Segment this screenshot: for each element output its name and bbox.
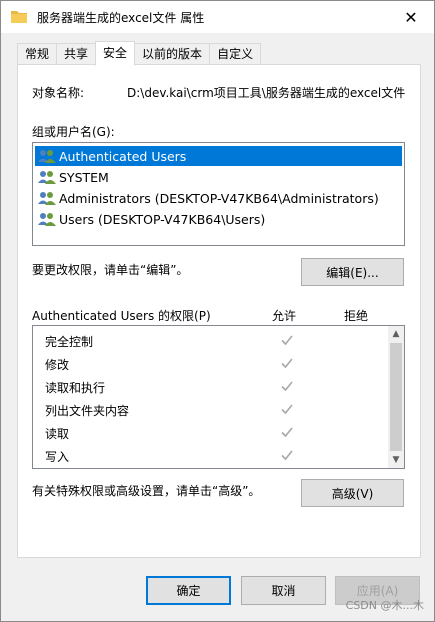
user-row-users[interactable]: Users (DESKTOP-V47KB64\Users) [35,209,402,229]
permission-name: 写入 [45,450,70,464]
window-title: 服务器端生成的excel文件 属性 [37,11,205,25]
tab-general[interactable]: 常规 [17,43,58,65]
user-name: SYSTEM [59,169,109,185]
check-icon [281,427,293,438]
group-or-user-label: 组或用户名(G): [32,125,115,139]
permission-name: 读取和执行 [45,381,106,395]
edit-hint: 要更改权限，请单击“编辑”。 [32,263,189,277]
tab-customize[interactable]: 自定义 [209,43,262,65]
tab-sharing[interactable]: 共享 [56,43,97,65]
advanced-hint: 有关特殊权限或高级设置，请单击“高级”。 [32,484,261,498]
ok-button[interactable]: 确定 [146,576,231,605]
scroll-down-icon[interactable]: ▼ [388,452,404,468]
permission-name: 完全控制 [45,335,94,349]
watermark: CSDN @木...木 [345,599,424,612]
folder-icon [11,11,27,23]
security-panel: 对象名称: D:\dev.kai\crm项目工具\服务器端生成的excel文件 … [17,64,421,558]
permissions-list: 完全控制 修改 读取和执行 列出文件夹内容 读取 写入 ▲ ▼ [32,325,405,469]
close-button[interactable]: ✕ [388,1,434,33]
cancel-button[interactable]: 取消 [241,576,326,605]
permission-row: 读取和执行 [45,376,385,399]
tab-previous-versions[interactable]: 以前的版本 [134,43,211,65]
scrollbar-thumb[interactable] [390,343,402,451]
user-row-authenticated-users[interactable]: Authenticated Users [35,146,402,166]
scroll-up-icon[interactable]: ▲ [388,326,404,342]
permissions-scrollbar[interactable]: ▲ ▼ [388,326,404,468]
object-name-label: 对象名称: [32,86,85,100]
title-bar: 服务器端生成的excel文件 属性 ✕ [1,1,434,33]
user-name: Authenticated Users [59,148,187,164]
tab-bar: 常规 共享 安全 以前的版本 自定义 [17,41,262,66]
users-group-icon [38,192,56,205]
permission-name: 列出文件夹内容 [45,404,130,418]
deny-column-header: 拒绝 [344,309,369,323]
object-name-value: D:\dev.kai\crm项目工具\服务器端生成的excel文件 [127,86,406,100]
tab-security[interactable]: 安全 [95,41,136,66]
user-name: Administrators (DESKTOP-V47KB64\Administ… [59,190,379,206]
check-icon [281,450,293,461]
permission-row: 读取 [45,422,385,445]
users-group-icon [38,150,56,163]
user-row-administrators[interactable]: Administrators (DESKTOP-V47KB64\Administ… [35,188,402,208]
advanced-button[interactable]: 高级(V) [301,479,404,507]
permission-row: 写入 [45,445,385,468]
user-name: Users (DESKTOP-V47KB64\Users) [59,211,266,227]
check-icon [281,404,293,415]
users-group-icon [38,171,56,184]
permission-row: 列出文件夹内容 [45,399,385,422]
edit-button[interactable]: 编辑(E)... [301,258,404,286]
close-icon: ✕ [404,7,418,27]
users-group-icon [38,213,56,226]
user-row-system[interactable]: SYSTEM [35,167,402,187]
permission-name: 修改 [45,358,70,372]
users-list[interactable]: Authenticated Users SYSTEM Administrator… [32,142,405,246]
permissions-label: Authenticated Users 的权限(P) [32,309,211,323]
allow-column-header: 允许 [272,309,297,323]
permission-name: 读取 [45,427,70,441]
properties-window: 服务器端生成的excel文件 属性 ✕ 常规 共享 安全 以前的版本 自定义 对… [0,0,435,622]
permission-row: 修改 [45,353,385,376]
check-icon [281,358,293,369]
permission-row: 完全控制 [45,330,385,353]
check-icon [281,335,293,346]
check-icon [281,381,293,392]
